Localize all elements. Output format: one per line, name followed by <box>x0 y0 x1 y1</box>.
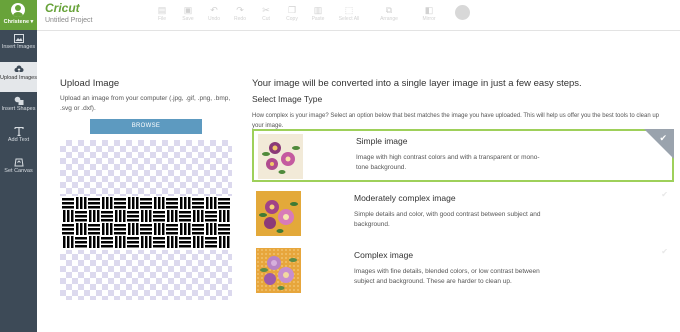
user-avatar-icon <box>11 3 25 17</box>
undo-button[interactable]: ↶ Undo <box>202 5 226 23</box>
save-label: Save <box>182 16 194 22</box>
left-sidebar: Christene ▾ Insert Images Upload Images … <box>0 0 37 332</box>
sidebar-item-insert-shapes[interactable]: Insert Shapes <box>0 93 37 123</box>
cut-icon: ✂ <box>262 5 270 15</box>
uploaded-image-preview <box>60 140 232 300</box>
copy-icon: ❐ <box>287 5 297 15</box>
file-label: File <box>157 16 167 22</box>
save-button[interactable]: ▣ Save <box>176 5 200 23</box>
paste-button[interactable]: ▥ Paste <box>306 5 330 23</box>
cloud-upload-icon <box>14 65 24 74</box>
paste-icon: ▥ <box>313 5 323 15</box>
option-moderately-complex-image[interactable]: Moderately complex image Simple details … <box>252 188 674 241</box>
checkmark-icon: ✔ <box>659 133 667 143</box>
sidebar-item-label: Insert Shapes <box>1 106 36 112</box>
sidebar-item-upload-images[interactable]: Upload Images <box>0 62 37 92</box>
redo-button[interactable]: ↷ Redo <box>228 5 252 23</box>
redo-label: Redo <box>234 16 246 22</box>
checkmark-icon: ✔ <box>661 247 668 256</box>
upload-title: Upload Image <box>60 78 120 89</box>
save-icon: ▣ <box>183 5 193 15</box>
option-simple-image[interactable]: Simple image Image with high contrast co… <box>252 129 674 182</box>
undo-icon: ↶ <box>210 5 218 15</box>
option-title: Moderately complex image <box>354 193 456 203</box>
main-heading: Your image will be converted into a sing… <box>252 78 582 89</box>
cut-button[interactable]: ✂ Cut <box>254 5 278 23</box>
sidebar-item-label: Set Canvas <box>4 168 33 174</box>
arrange-label: Arrange <box>380 16 398 22</box>
sidebar-item-insert-images[interactable]: Insert Images <box>0 31 37 61</box>
select-type-heading: Select Image Type <box>252 94 323 104</box>
select-all-label: Select All <box>338 16 360 22</box>
help-text: How complex is your image? Select an opt… <box>252 113 660 129</box>
moderately-complex-image-thumbnail <box>256 191 301 236</box>
top-toolbar: Cricut Untitled Project ▤ File ▣ Save ↶ Und… <box>37 0 680 31</box>
select-all-icon: ⬚ <box>344 5 354 15</box>
text-icon <box>13 126 24 137</box>
simple-image-thumbnail <box>258 134 303 179</box>
mirror-button[interactable]: ◧ Mirror <box>414 5 444 23</box>
user-menu[interactable]: Christene ▾ <box>0 0 37 30</box>
sidebar-item-label: Insert Images <box>1 44 36 50</box>
browse-button[interactable]: BROWSE <box>90 119 202 134</box>
option-title: Simple image <box>356 136 408 146</box>
image-icon <box>13 34 24 43</box>
upload-description: Upload an image from your computer (.jpg… <box>60 95 231 112</box>
arrange-icon: ⧉ <box>385 5 393 15</box>
sidebar-item-set-canvas[interactable]: Set Canvas <box>0 155 37 185</box>
shapes-icon <box>14 96 24 105</box>
mirror-icon: ◧ <box>424 5 434 15</box>
file-button[interactable]: ▤ File <box>150 5 174 23</box>
option-description: Images with fine details, blended colors… <box>354 268 540 285</box>
arrange-button[interactable]: ⧉ Arrange <box>374 5 404 23</box>
select-all-button[interactable]: ⬚ Select All <box>334 5 364 23</box>
paste-label: Paste <box>311 16 325 22</box>
option-description: Image with high contrast colors and with… <box>356 154 540 171</box>
basketweave-pattern-image <box>60 196 232 250</box>
cricut-logo: Cricut <box>45 1 80 15</box>
sidebar-item-add-text[interactable]: Add Text <box>0 124 37 154</box>
complex-image-thumbnail <box>256 248 301 293</box>
redo-icon: ↷ <box>236 5 244 15</box>
checkmark-icon: ✔ <box>661 190 668 199</box>
cut-label: Cut <box>262 16 270 22</box>
user-name: Christene ▾ <box>3 19 34 25</box>
sidebar-item-label: Upload Images <box>0 75 37 81</box>
copy-button[interactable]: ❐ Copy <box>280 5 304 23</box>
project-name[interactable]: Untitled Project <box>45 17 92 24</box>
option-description: Simple details and color, with good cont… <box>354 211 541 228</box>
go-button-circle[interactable] <box>455 5 470 20</box>
sidebar-item-label: Add Text <box>7 137 30 143</box>
undo-label: Undo <box>208 16 220 22</box>
option-title: Complex image <box>354 250 414 260</box>
file-icon: ▤ <box>157 5 167 15</box>
canvas-icon <box>13 158 24 167</box>
mirror-label: Mirror <box>422 16 436 22</box>
option-complex-image[interactable]: Complex image Images with fine details, … <box>252 245 674 298</box>
copy-label: Copy <box>286 16 298 22</box>
